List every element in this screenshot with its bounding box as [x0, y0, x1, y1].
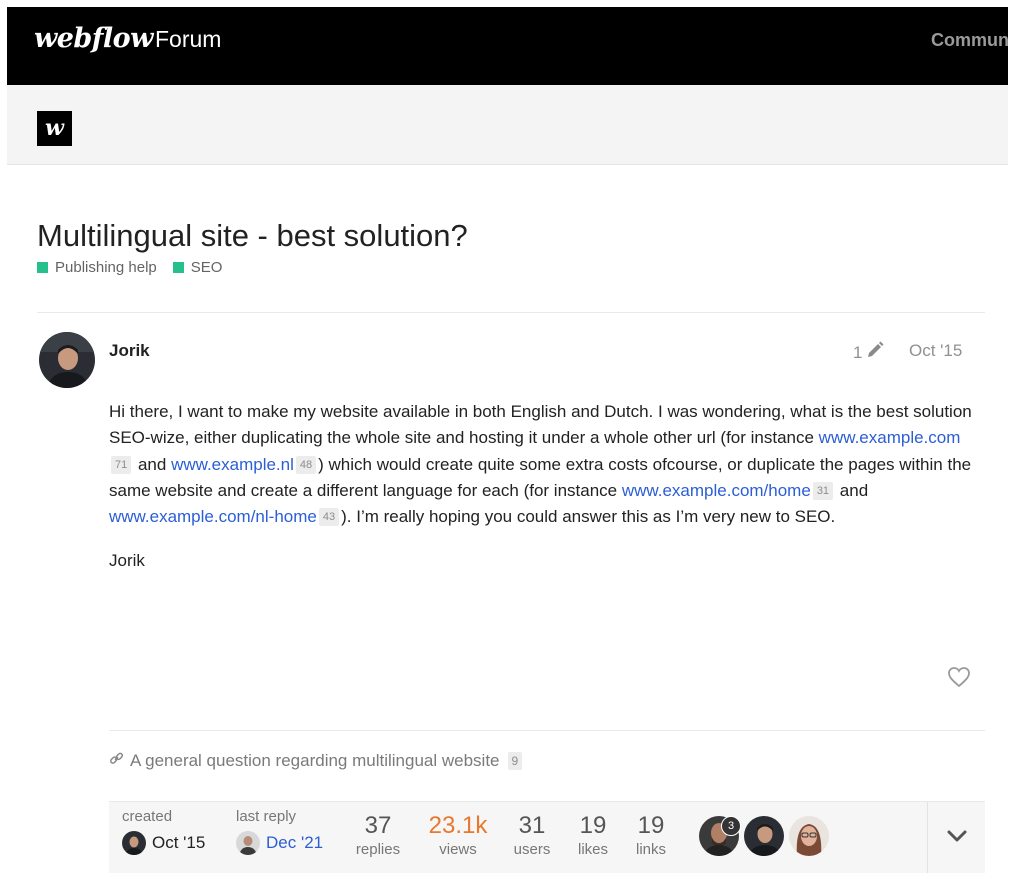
- chevron-down-icon: [946, 829, 968, 848]
- post-date[interactable]: Oct '15: [909, 341, 962, 361]
- post-text: and: [835, 480, 869, 500]
- edit-count: 1: [853, 342, 863, 362]
- link-click-count: 71: [111, 455, 132, 474]
- topic-title[interactable]: Multilingual site - best solution?: [37, 218, 468, 254]
- post-link[interactable]: www.example.com: [819, 428, 961, 447]
- expand-summary-button[interactable]: [927, 802, 986, 873]
- category-label: SEO: [190, 259, 223, 276]
- links-count: 19: [637, 812, 665, 839]
- stat-likes: 19 likes: [573, 812, 613, 858]
- related-topic-title: A general question regarding multilingua…: [130, 751, 500, 770]
- post-link[interactable]: www.example.com/nl-home: [109, 507, 317, 526]
- participant-post-count-badge: 3: [721, 816, 741, 836]
- stat-users: 31 users: [507, 812, 557, 858]
- participant-avatar[interactable]: [744, 816, 784, 856]
- divider: [37, 312, 985, 313]
- forum-title[interactable]: Forum: [155, 26, 221, 53]
- post-edit-history[interactable]: 1: [853, 341, 884, 364]
- post-link[interactable]: www.example.nl: [171, 455, 294, 474]
- views-label: views: [439, 841, 477, 858]
- category-publishing-help[interactable]: Publishing help: [37, 259, 157, 276]
- forum-page: webflow Forum Communi w Multilingual sit…: [7, 7, 1008, 873]
- post-signature: Jorik: [109, 551, 145, 571]
- creator-avatar: [122, 831, 146, 855]
- stat-links: 19 links: [631, 812, 671, 858]
- created-date: Oct '15: [152, 833, 206, 852]
- created-info[interactable]: created Oct '15: [122, 808, 205, 855]
- webflow-logo[interactable]: webflow: [34, 23, 153, 54]
- link-click-count: 48: [295, 455, 317, 474]
- likes-count: 19: [579, 812, 607, 839]
- category-seo[interactable]: SEO: [172, 259, 223, 276]
- post-text: ). I’m really hoping you could answer th…: [341, 507, 836, 527]
- links-label: links: [635, 841, 666, 858]
- views-count: 23.1k: [428, 812, 488, 839]
- category-header-bar: [7, 85, 1008, 165]
- participant-avatar[interactable]: [789, 816, 829, 856]
- post-paragraph: Hi there, I want to make my website avai…: [109, 399, 981, 530]
- post-link[interactable]: www.example.com/home: [622, 481, 811, 500]
- last-reply-label: last reply: [236, 808, 297, 825]
- category-color-square: [172, 262, 184, 273]
- divider: [109, 730, 985, 731]
- heart-icon[interactable]: [947, 666, 971, 693]
- post-text: and: [133, 454, 172, 474]
- stat-views: 23.1k views: [425, 812, 491, 858]
- author-avatar[interactable]: [39, 332, 95, 388]
- users-label: users: [513, 841, 551, 858]
- topic-categories: Publishing help SEO: [37, 259, 222, 276]
- replies-label: replies: [355, 841, 401, 858]
- likes-label: likes: [577, 841, 608, 858]
- users-count: 31: [518, 812, 546, 839]
- link-icon: [109, 751, 124, 771]
- related-link-count: 9: [507, 752, 523, 770]
- last-reply-info[interactable]: last reply Dec '21: [236, 808, 323, 855]
- category-label: Publishing help: [55, 259, 157, 276]
- related-topic-link[interactable]: A general question regarding multilingua…: [109, 751, 524, 771]
- post-author-name[interactable]: Jorik: [109, 341, 150, 361]
- webflow-w-logo[interactable]: w: [37, 111, 72, 146]
- top-navigation-bar: webflow Forum Communi: [7, 7, 1008, 85]
- last-replier-avatar: [236, 831, 260, 855]
- link-click-count: 43: [318, 508, 340, 527]
- link-click-count: 31: [812, 481, 834, 500]
- post-body: Hi there, I want to make my website avai…: [109, 399, 981, 593]
- stat-replies: 37 replies: [349, 812, 407, 858]
- replies-count: 37: [364, 812, 392, 839]
- last-reply-date: Dec '21: [266, 833, 324, 852]
- topic-summary-footer: created Oct '15 last reply Dec '21 37 re…: [109, 801, 985, 873]
- created-label: created: [122, 808, 173, 825]
- community-link[interactable]: Communi: [931, 30, 1008, 51]
- pencil-icon: [866, 341, 884, 364]
- category-color-square: [37, 262, 48, 273]
